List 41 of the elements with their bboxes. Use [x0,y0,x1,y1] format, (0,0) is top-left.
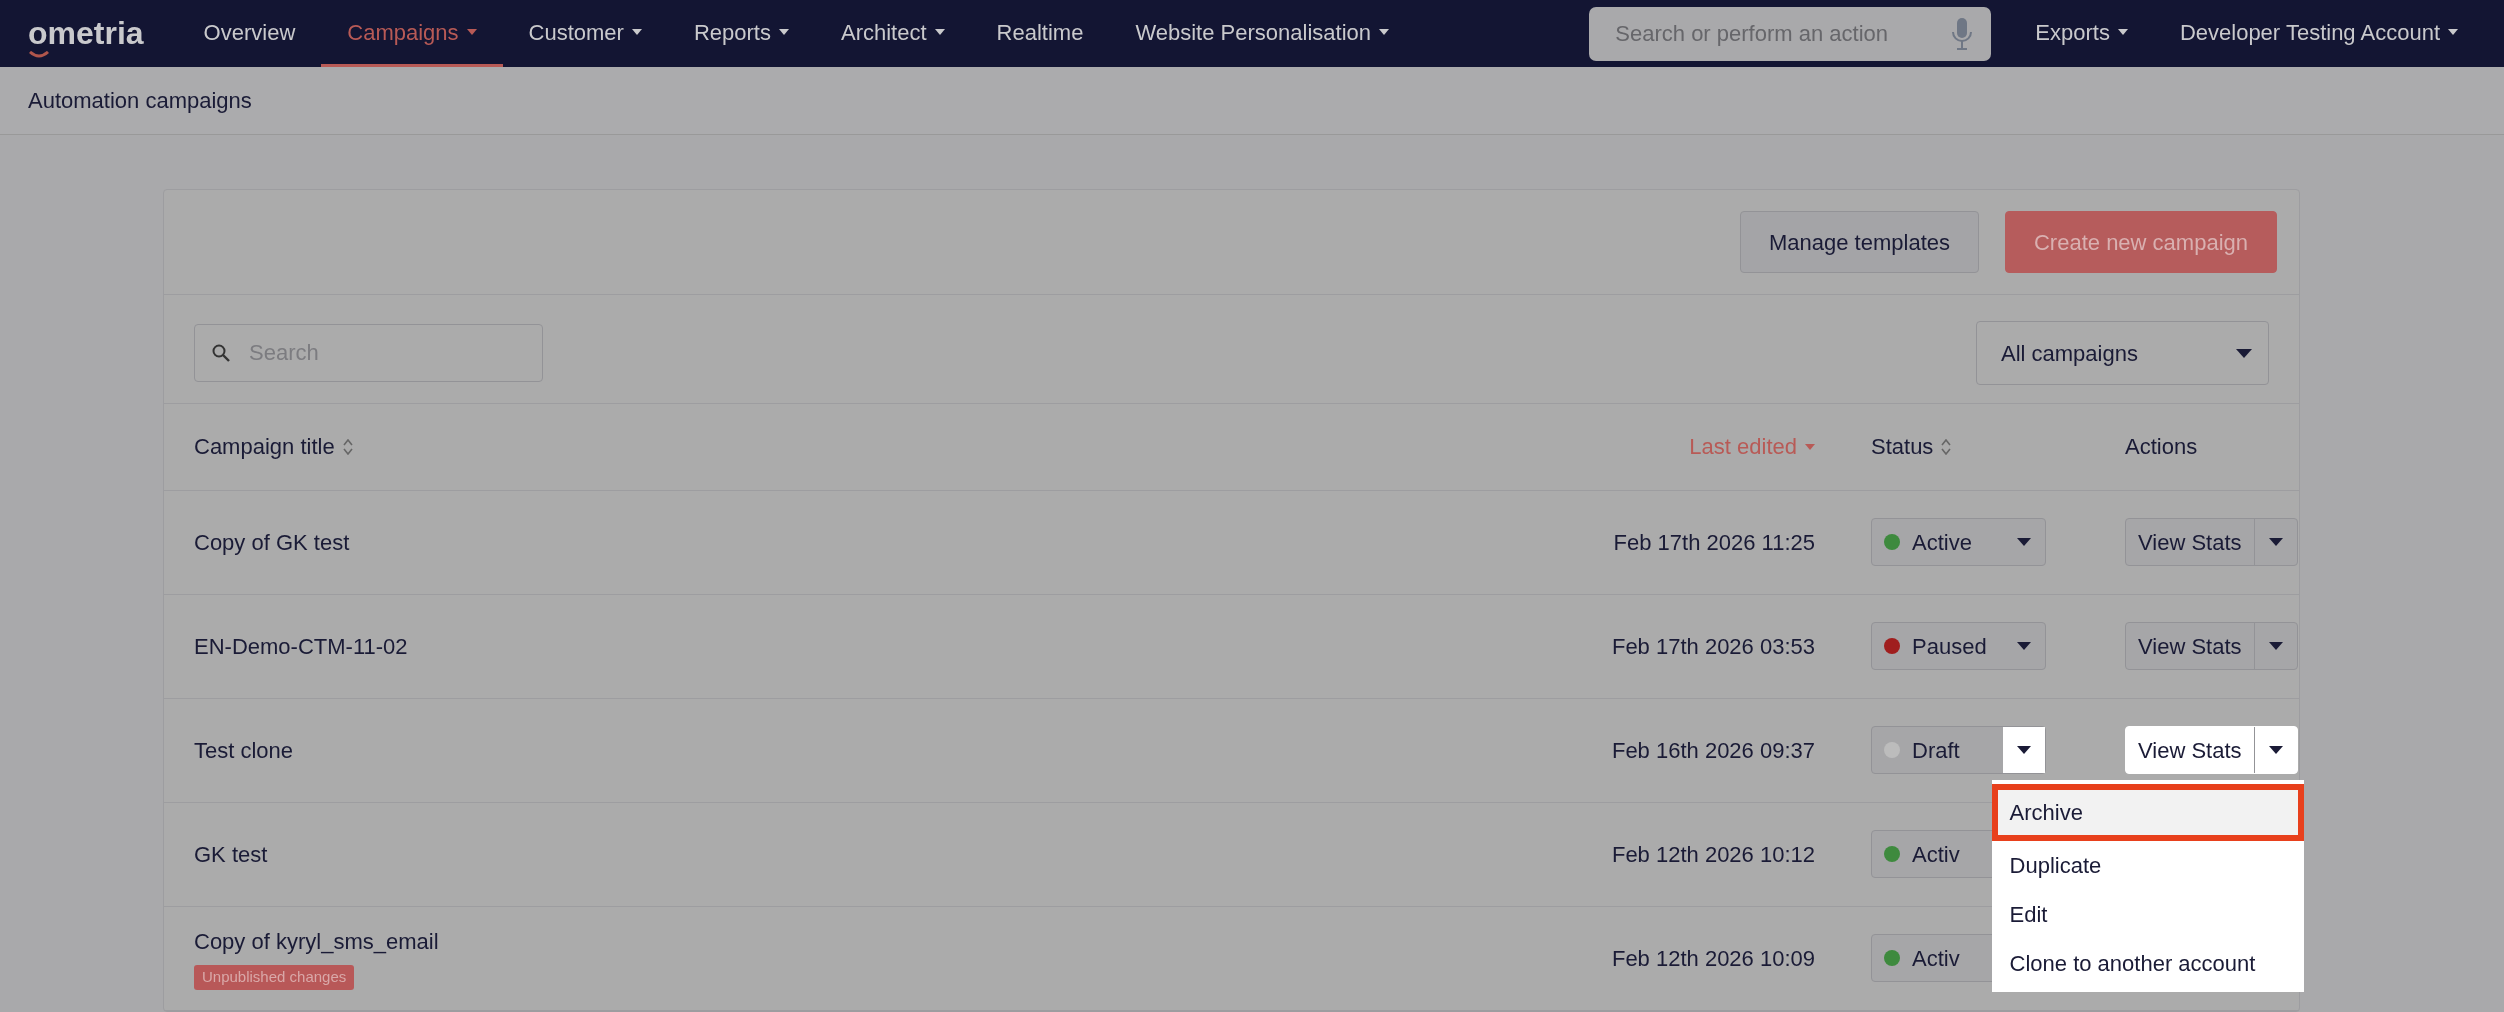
campaign-title[interactable]: Copy of GK test [194,525,1529,559]
column-header[interactable]: Campaign title [194,430,353,464]
microphone-icon [1951,16,1974,51]
status-dropdown[interactable]: Active [1871,518,2046,566]
campaign-title[interactable]: Copy of kyryl_sms_email [194,925,1529,958]
nav-menu[interactable]: Exports [2009,0,2154,67]
nav-tab[interactable]: Architect [814,0,971,67]
last-edited-date: Feb 12th 2026 10:12 [1611,841,1815,867]
logo-smile-icon [28,50,50,59]
campaign-title[interactable]: Test clone [194,733,1529,767]
caret-icon [2017,538,2031,546]
caret-icon [2268,746,2283,754]
last-edited-date: Feb 17th 2026 11:25 [1613,529,1815,555]
column-header: Actions [2125,433,2198,462]
search-field[interactable]: Search or perform an action [1589,6,1992,61]
page-title: Automation campaigns [28,87,252,115]
nav-menu[interactable]: Developer Testing Account [2153,0,2484,67]
last-edited-date: Feb 16th 2026 09:37 [1611,737,1815,763]
search-icon [212,344,230,362]
caret-icon [2268,642,2283,650]
campaign-title[interactable]: GK test [194,837,1529,871]
nav-tab[interactable]: Overview [177,0,322,67]
column-header[interactable]: Status [1871,430,1952,464]
campaign-filter-select[interactable]: All campaigns [1976,321,2269,385]
caret-icon [2236,348,2252,358]
nav-tab[interactable]: Website Personalisation [1109,0,1415,67]
caret-icon [2017,746,2031,754]
status-dropdown[interactable]: Paused [1871,622,2046,670]
nav-tab[interactable]: Customer [502,0,668,67]
status-dropdown[interactable]: Draft [1871,726,2046,774]
nav-tab[interactable]: Realtime [970,0,1110,67]
menu-item[interactable]: Archive [1991,784,2304,841]
unpublished-badge: Unpublished changes [194,965,355,990]
logo[interactable]: ometria [28,0,144,67]
manage-templates-button[interactable]: Manage templates [1740,211,1979,273]
last-edited-date: Feb 17th 2026 03:53 [1611,633,1815,659]
caret-icon [2268,538,2283,546]
caret-icon [2017,642,2031,650]
campaign-title[interactable]: EN-Demo-CTM-11-02 [194,629,1529,663]
nav-tab[interactable]: Reports [667,0,815,67]
last-edited-date: Feb 12th 2026 10:09 [1611,945,1815,971]
